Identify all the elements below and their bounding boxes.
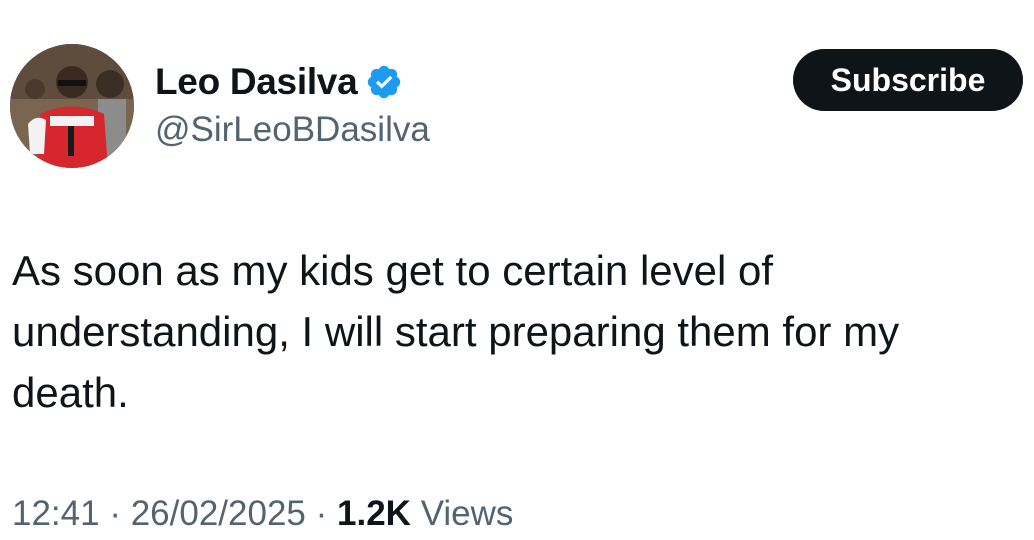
avatar[interactable]: [10, 44, 134, 168]
author-handle[interactable]: @SirLeoBDasilva: [155, 110, 430, 150]
tweet-meta: 12:41 · 26/02/2025 · 1.2K Views: [12, 494, 513, 534]
meta-separator: ·: [109, 494, 121, 533]
tweet-card: Leo Dasilva @SirLeoBDasilva Subscribe As…: [0, 0, 1034, 540]
views-label[interactable]: Views: [421, 494, 514, 533]
tweet-time[interactable]: 12:41: [12, 494, 100, 533]
tweet-date[interactable]: 26/02/2025: [131, 494, 306, 533]
author-display-name[interactable]: Leo Dasilva: [155, 61, 358, 103]
subscribe-button[interactable]: Subscribe: [793, 49, 1023, 111]
meta-separator: ·: [315, 494, 328, 533]
views-count[interactable]: 1.2K: [337, 494, 411, 533]
author-name-row: Leo Dasilva: [155, 58, 403, 106]
tweet-text: As soon as my kids get to certain level …: [12, 247, 900, 416]
verified-badge-icon[interactable]: [365, 63, 403, 101]
avatar-image: [10, 44, 134, 168]
